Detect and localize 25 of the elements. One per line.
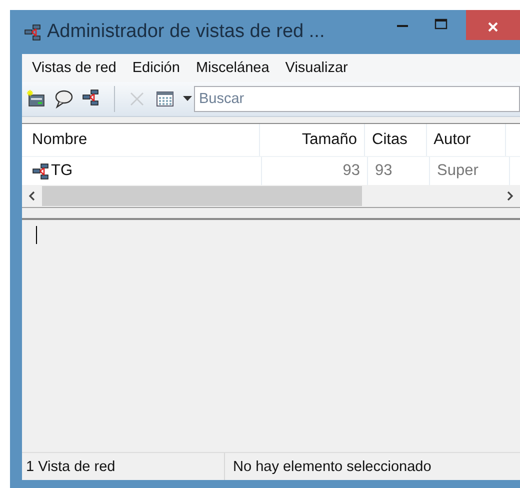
status-text: 1 Vista de red bbox=[22, 453, 225, 480]
calendar-icon[interactable] bbox=[155, 89, 175, 109]
window-title: Administrador de vistas de red ... bbox=[47, 21, 325, 43]
table-cell: TG bbox=[51, 162, 73, 180]
scrollbar-thumb[interactable] bbox=[42, 186, 362, 206]
close-button[interactable] bbox=[466, 10, 520, 40]
column-header[interactable]: Autor bbox=[426, 124, 506, 156]
menu-item[interactable]: Miscelánea bbox=[196, 60, 270, 76]
status-text: No hay elemento seleccionado bbox=[232, 458, 432, 474]
menu-item[interactable]: Visualizar bbox=[285, 60, 348, 76]
close-icon bbox=[487, 21, 499, 33]
menu-item[interactable]: Edición bbox=[132, 60, 180, 76]
network-icon bbox=[32, 162, 49, 180]
column-header[interactable]: Nombre bbox=[22, 124, 260, 156]
text-caret bbox=[36, 226, 37, 244]
network-icon bbox=[24, 24, 41, 40]
menu-item[interactable]: Vistas de red bbox=[32, 60, 116, 76]
column-header[interactable]: Tamaño bbox=[260, 124, 366, 156]
speech-bubble-icon[interactable] bbox=[54, 89, 74, 109]
column-header[interactable]: Citas bbox=[365, 124, 427, 156]
scroll-left-icon[interactable] bbox=[28, 191, 36, 201]
caret-icon[interactable] bbox=[183, 96, 192, 102]
new-item-icon[interactable] bbox=[26, 89, 46, 109]
scroll-right-icon[interactable] bbox=[506, 191, 514, 201]
search-field[interactable]: Buscar bbox=[194, 86, 520, 112]
